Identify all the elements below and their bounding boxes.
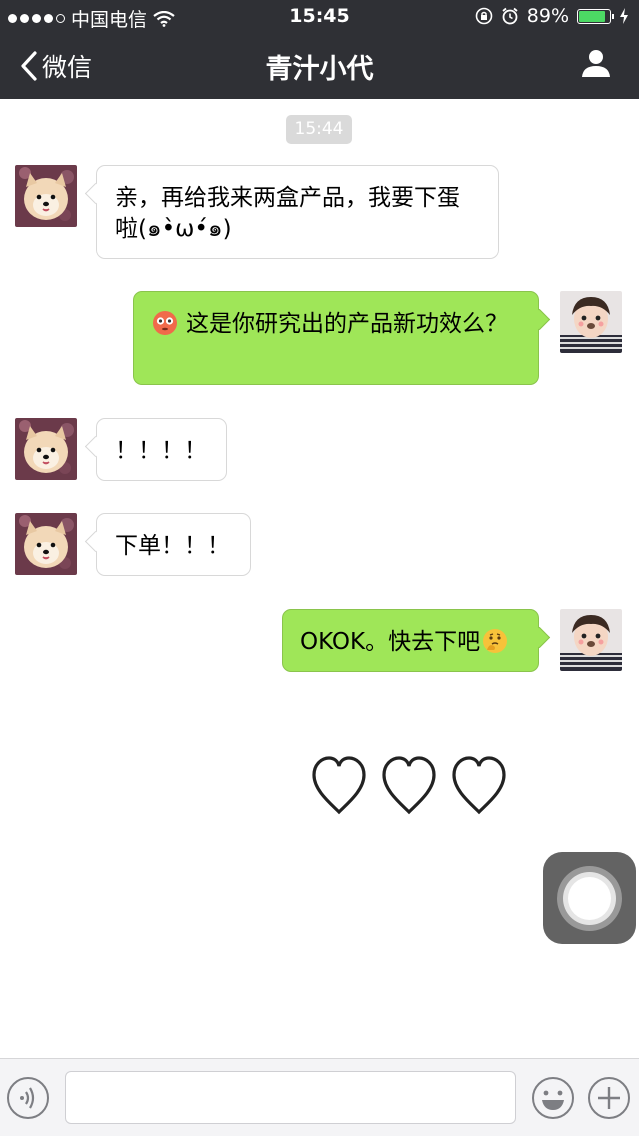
- battery-icon: [577, 8, 614, 24]
- chat-title: 青汁小代: [265, 54, 374, 85]
- chat-info-button[interactable]: [581, 48, 611, 82]
- message-bubble-outgoing[interactable]: 这是你研究出的产品新功效么？: [133, 291, 539, 385]
- contact-avatar[interactable]: [15, 513, 77, 575]
- message-bubble-incoming[interactable]: 下单！！！: [96, 513, 251, 576]
- message-text: 亲，再给我来两盒产品，我要下蛋啦(๑•̀ω•́๑): [115, 185, 460, 242]
- smiley-icon: [532, 1077, 574, 1119]
- flushed-face-emoji: [153, 311, 177, 335]
- battery-percent: 89%: [526, 5, 569, 27]
- contact-avatar[interactable]: [15, 418, 77, 480]
- contact-avatar[interactable]: [15, 165, 77, 227]
- alarm-icon: [502, 7, 518, 25]
- hearts-decoration: [310, 754, 508, 816]
- voice-icon: [7, 1077, 49, 1119]
- status-bar: 中国电信 15:45 89%: [0, 0, 639, 32]
- heart-outline-icon: [382, 756, 436, 815]
- heart-outline-icon: [452, 756, 506, 815]
- more-button[interactable]: [587, 1076, 631, 1124]
- message-input[interactable]: [65, 1071, 516, 1124]
- message-bubble-outgoing[interactable]: OKOK。快去下吧: [282, 609, 539, 672]
- message-text: 这是你研究出的产品新功效么？: [186, 311, 508, 337]
- person-icon: [582, 50, 610, 77]
- rotation-lock-icon: [475, 7, 493, 25]
- assistive-touch-button[interactable]: [543, 852, 636, 944]
- self-avatar[interactable]: [560, 291, 622, 353]
- emoji-button[interactable]: [531, 1076, 575, 1124]
- nav-bar: 微信 青汁小代: [0, 32, 639, 99]
- message-bubble-incoming[interactable]: 亲，再给我来两盒产品，我要下蛋啦(๑•̀ω•́๑): [96, 165, 499, 259]
- self-avatar[interactable]: [560, 609, 622, 671]
- message-timestamp: 15:44: [286, 115, 352, 144]
- thinking-face-emoji: [483, 629, 508, 653]
- heart-outline-icon: [312, 756, 366, 815]
- message-text: OKOK。快去下吧: [300, 629, 481, 655]
- voice-button[interactable]: [6, 1076, 50, 1124]
- input-bar: [0, 1058, 639, 1136]
- message-bubble-incoming[interactable]: ！！！！: [96, 418, 227, 481]
- status-right: 89%: [475, 5, 629, 27]
- message-text: ！！！！: [115, 438, 207, 464]
- message-text: 下单！！！: [115, 533, 230, 559]
- charging-icon: [620, 8, 628, 24]
- plus-icon: [588, 1077, 630, 1119]
